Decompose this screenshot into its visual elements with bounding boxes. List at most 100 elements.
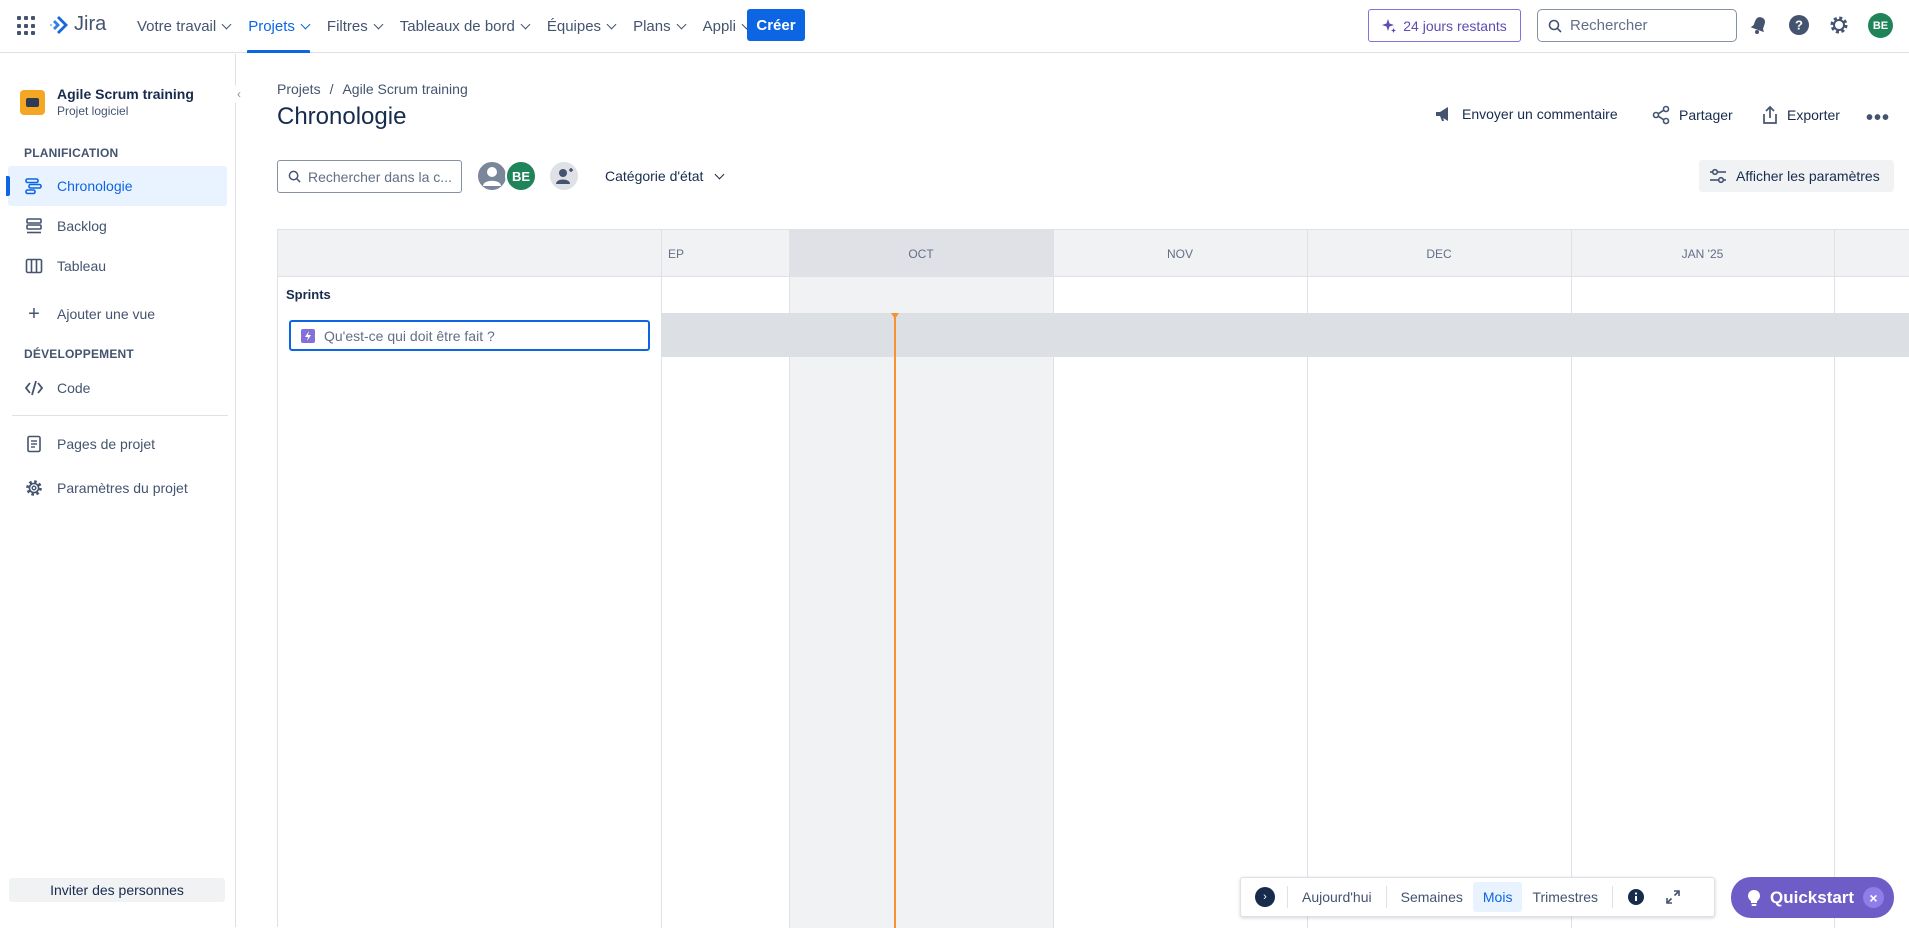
divider — [1287, 886, 1288, 908]
sidebar-item-label: Pages de projet — [57, 436, 156, 452]
info-icon — [1628, 889, 1645, 905]
project-avatar-icon — [20, 89, 45, 115]
nav-label: Appli — [702, 18, 736, 35]
sidebar-item-backlog[interactable]: Backlog — [8, 206, 227, 246]
sidebar-item-pages[interactable]: Pages de projet — [8, 424, 227, 464]
add-person-icon — [556, 168, 573, 184]
today-marker — [894, 313, 896, 928]
nav-label: Votre travail — [137, 18, 217, 35]
new-issue-placeholder: Qu'est-ce qui doit être fait ? — [324, 327, 495, 344]
jira-logo-text: Jira — [74, 13, 107, 35]
close-icon[interactable]: × — [1863, 887, 1884, 908]
sidebar: Agile Scrum training Projet logiciel PLA… — [0, 54, 236, 927]
sidebar-item-chronologie[interactable]: Chronologie — [6, 166, 227, 206]
view-settings-button[interactable]: Afficher les paramètres — [1699, 160, 1894, 192]
jira-logo[interactable]: Jira — [49, 13, 106, 36]
sidebar-item-label: Backlog — [57, 218, 107, 234]
month-label: JAN '25 — [1681, 246, 1724, 261]
share-icon — [1652, 105, 1670, 125]
quickstart-button[interactable]: Quickstart × — [1731, 877, 1894, 918]
nav-label: Équipes — [546, 18, 602, 35]
collapse-sidebar-icon[interactable]: ‹ — [230, 85, 248, 103]
nav-plans[interactable]: Plans — [624, 0, 694, 53]
project-type: Projet logiciel — [57, 104, 129, 118]
fullscreen-button[interactable] — [1655, 882, 1691, 912]
megaphone-icon — [1436, 107, 1448, 121]
unassigned-avatar-icon[interactable] — [476, 160, 508, 192]
trial-label: 24 jours restants — [1403, 17, 1507, 34]
export-button[interactable]: Exporter — [1761, 105, 1840, 125]
status-category-label: Catégorie d'état — [605, 168, 704, 184]
sidebar-item-label: Ajouter une vue — [57, 306, 156, 322]
chevron-down-icon — [520, 19, 531, 30]
export-label: Exporter — [1787, 107, 1840, 123]
divider — [1612, 886, 1614, 908]
sidebar-item-label: Paramètres du projet — [57, 480, 188, 496]
months-button[interactable]: Mois — [1472, 882, 1523, 912]
notifications-icon[interactable] — [1748, 14, 1770, 36]
add-people-icon[interactable] — [548, 160, 580, 192]
quickstart-label: Quickstart — [1770, 887, 1855, 907]
breadcrumb-project[interactable]: Agile Scrum training — [342, 81, 467, 97]
lightbulb-icon — [1748, 889, 1760, 906]
nav-filtres[interactable]: Filtres — [318, 0, 391, 53]
today-marker-head — [891, 313, 899, 319]
create-button[interactable]: Créer — [747, 9, 805, 41]
export-icon — [1763, 105, 1777, 124]
breadcrumb-projets[interactable]: Projets — [277, 81, 321, 97]
sidebar-item-parametres[interactable]: Paramètres du projet — [8, 468, 227, 508]
code-icon — [25, 380, 43, 396]
sidebar-item-code[interactable]: Code — [8, 368, 227, 408]
timeline-grid: EP OCT NOV DEC JAN '25 Sprints Qu'est-ce… — [277, 229, 1909, 928]
status-category-dropdown[interactable]: Catégorie d'état — [605, 168, 725, 184]
info-button[interactable] — [1617, 882, 1655, 912]
settings-gear-icon[interactable] — [1828, 14, 1850, 36]
more-actions-icon[interactable]: ••• — [1866, 107, 1890, 130]
filter-avatar-be[interactable]: BE — [505, 160, 537, 192]
trial-button[interactable]: 24 jours restants — [1368, 9, 1521, 42]
search-icon — [1548, 19, 1562, 33]
global-search-placeholder: Rechercher — [1570, 17, 1648, 34]
sidebar-divider — [12, 415, 228, 416]
section-planning: PLANIFICATION — [24, 146, 119, 160]
month-label: OCT — [908, 246, 934, 261]
new-issue-input[interactable]: Qu'est-ce qui doit être fait ? — [289, 320, 650, 351]
feedback-button[interactable]: Envoyer un commentaire — [1434, 105, 1618, 123]
top-navigation: Jira Votre travail Projets Filtres Table… — [0, 0, 1909, 53]
user-avatar[interactable]: BE — [1868, 13, 1893, 38]
chevron-down-icon — [714, 169, 725, 179]
nav-votre-travail[interactable]: Votre travail — [128, 0, 239, 53]
nav-label: Tableaux de bord — [399, 18, 515, 35]
sidebar-item-tableau[interactable]: Tableau — [8, 246, 227, 286]
invite-people-button[interactable]: Inviter des personnes — [9, 878, 225, 902]
nav-label: Filtres — [326, 18, 368, 35]
timeline-search-input[interactable]: Rechercher dans la c... — [277, 160, 462, 193]
sidebar-add-view[interactable]: + Ajouter une vue — [8, 294, 227, 334]
timeline-icon — [25, 178, 42, 195]
timeline-search-placeholder: Rechercher dans la c... — [308, 168, 452, 185]
chevron-down-icon — [606, 19, 617, 30]
project-header[interactable]: Agile Scrum training Projet logiciel — [20, 86, 194, 118]
sidebar-item-label: Chronologie — [57, 178, 133, 194]
help-icon[interactable]: ? — [1788, 14, 1810, 36]
person-icon — [483, 167, 501, 186]
breadcrumb: Projets / Agile Scrum training — [277, 81, 468, 97]
today-button[interactable]: Aujourd'hui — [1292, 882, 1382, 912]
nav-tableaux-de-bord[interactable]: Tableaux de bord — [391, 0, 538, 53]
board-icon — [25, 258, 43, 274]
sliders-icon — [1710, 168, 1726, 184]
nav-projets[interactable]: Projets — [239, 0, 318, 53]
share-label: Partager — [1679, 107, 1733, 123]
page-title: Chronologie — [277, 103, 407, 130]
month-label: EP — [667, 246, 684, 261]
share-button[interactable]: Partager — [1651, 105, 1733, 125]
month-label: DEC — [1426, 246, 1452, 261]
nav-equipes[interactable]: Équipes — [538, 0, 624, 53]
sparkle-icon — [1382, 18, 1397, 33]
app-switcher-icon[interactable] — [17, 16, 37, 36]
global-search-input[interactable]: Rechercher — [1537, 9, 1737, 42]
quarters-button[interactable]: Trimestres — [1522, 882, 1608, 912]
plus-icon: + — [28, 302, 40, 325]
weeks-button[interactable]: Semaines — [1391, 882, 1473, 912]
chevron-right-icon[interactable]: › — [1255, 887, 1275, 907]
